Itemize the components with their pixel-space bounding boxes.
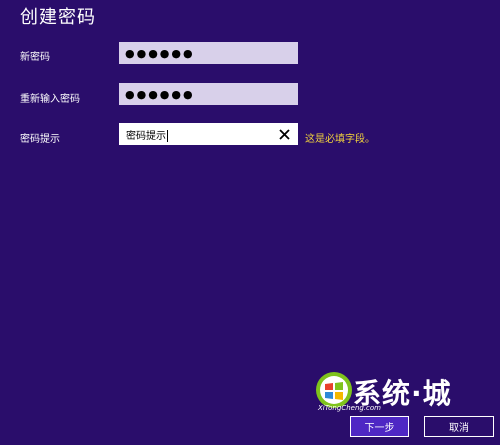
password-hint-value-wrap: 密码提示 bbox=[126, 127, 277, 142]
watermark-logo: 系统·城 XiTongCheng.com bbox=[312, 370, 472, 414]
new-password-label: 新密码 bbox=[20, 52, 50, 63]
clear-icon[interactable] bbox=[277, 127, 291, 141]
cancel-button[interactable]: 取消 bbox=[424, 416, 494, 437]
next-button[interactable]: 下一步 bbox=[350, 416, 409, 437]
confirm-password-value: ●●●●●● bbox=[125, 87, 195, 101]
text-caret bbox=[167, 129, 168, 142]
password-hint-label: 密码提示 bbox=[20, 134, 60, 145]
password-hint-input[interactable]: 密码提示 bbox=[119, 123, 298, 145]
new-password-input[interactable]: ●●●●●● bbox=[119, 42, 298, 64]
required-field-message: 这是必填字段。 bbox=[305, 134, 375, 145]
confirm-password-input[interactable]: ●●●●●● bbox=[119, 83, 298, 105]
page-title: 创建密码 bbox=[20, 7, 96, 28]
confirm-password-label: 重新输入密码 bbox=[20, 94, 80, 105]
password-hint-value: 密码提示 bbox=[126, 130, 166, 142]
new-password-value: ●●●●●● bbox=[125, 46, 195, 60]
watermark-subtext: XiTongCheng.com bbox=[318, 404, 381, 412]
